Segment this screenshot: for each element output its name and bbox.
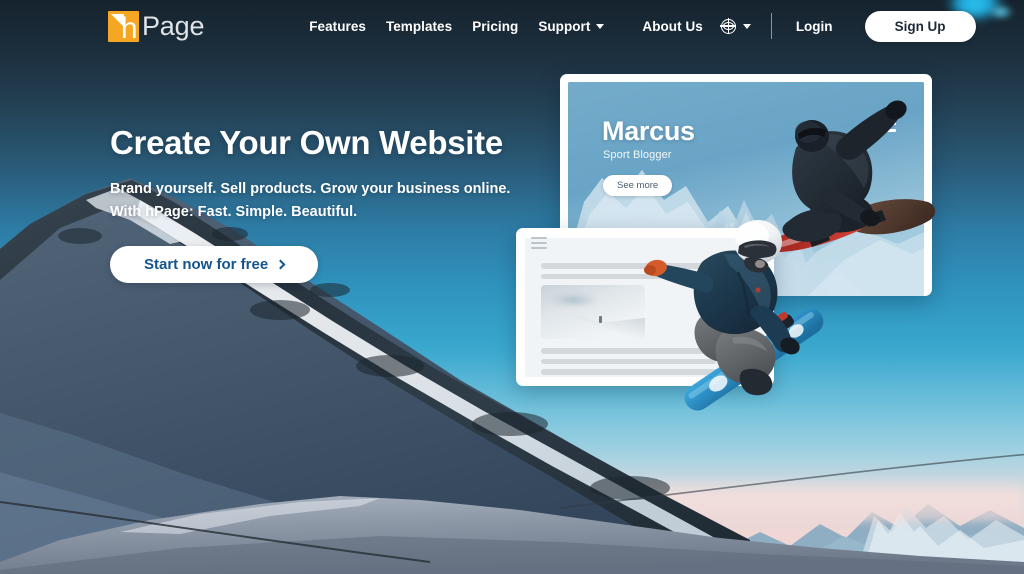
- nav-divider: [770, 13, 772, 39]
- nav-item-pricing[interactable]: Pricing: [462, 13, 528, 40]
- nav-item-templates[interactable]: Templates: [376, 13, 462, 40]
- nav-item-support[interactable]: Support: [528, 13, 614, 40]
- hero-subtext-line-2: With hPage: Fast. Simple. Beautiful.: [110, 204, 358, 220]
- language-selector[interactable]: [713, 13, 759, 40]
- hero-subtext-line-1: Brand yourself. Sell products. Grow your…: [110, 181, 511, 197]
- hero-content: Create Your Own Website Brand yourself. …: [110, 122, 510, 283]
- logo-letter: h: [120, 11, 138, 45]
- hero-page: h Page Features Templates Pricing Suppor…: [0, 0, 1024, 574]
- globe-icon: [720, 17, 737, 35]
- hamburger-menu-icon[interactable]: [531, 237, 547, 249]
- nav-links: Features Templates Pricing Support About…: [299, 10, 976, 42]
- foreground-snow-slope: [0, 444, 1024, 574]
- page-title: Create Your Own Website: [110, 124, 503, 161]
- login-link[interactable]: Login: [786, 13, 843, 40]
- start-now-label: Start now for free: [144, 256, 269, 273]
- blog-thumbnail-image: [541, 285, 645, 339]
- chevron-right-icon: [275, 259, 286, 270]
- signup-button[interactable]: Sign Up: [864, 10, 976, 42]
- marcus-title: Marcus: [602, 116, 695, 146]
- nav-item-support-label: Support: [538, 18, 591, 34]
- start-now-button[interactable]: Start now for free: [110, 246, 319, 283]
- marcus-subtitle: Sport Blogger: [603, 149, 672, 161]
- hpage-logo-icon: h: [108, 10, 139, 45]
- nav-item-features[interactable]: Features: [299, 13, 376, 40]
- chevron-down-icon: [596, 23, 605, 29]
- top-navigation-bar: h Page Features Templates Pricing Suppor…: [0, 0, 1024, 52]
- logo-wordmark: Page: [142, 10, 205, 41]
- snowboarder-figure-bottom: [640, 212, 840, 412]
- nav-item-about-us[interactable]: About Us: [632, 13, 712, 40]
- brand-logo[interactable]: h Page: [108, 10, 205, 45]
- see-more-button[interactable]: See more: [603, 175, 673, 196]
- chevron-down-icon: [742, 23, 751, 29]
